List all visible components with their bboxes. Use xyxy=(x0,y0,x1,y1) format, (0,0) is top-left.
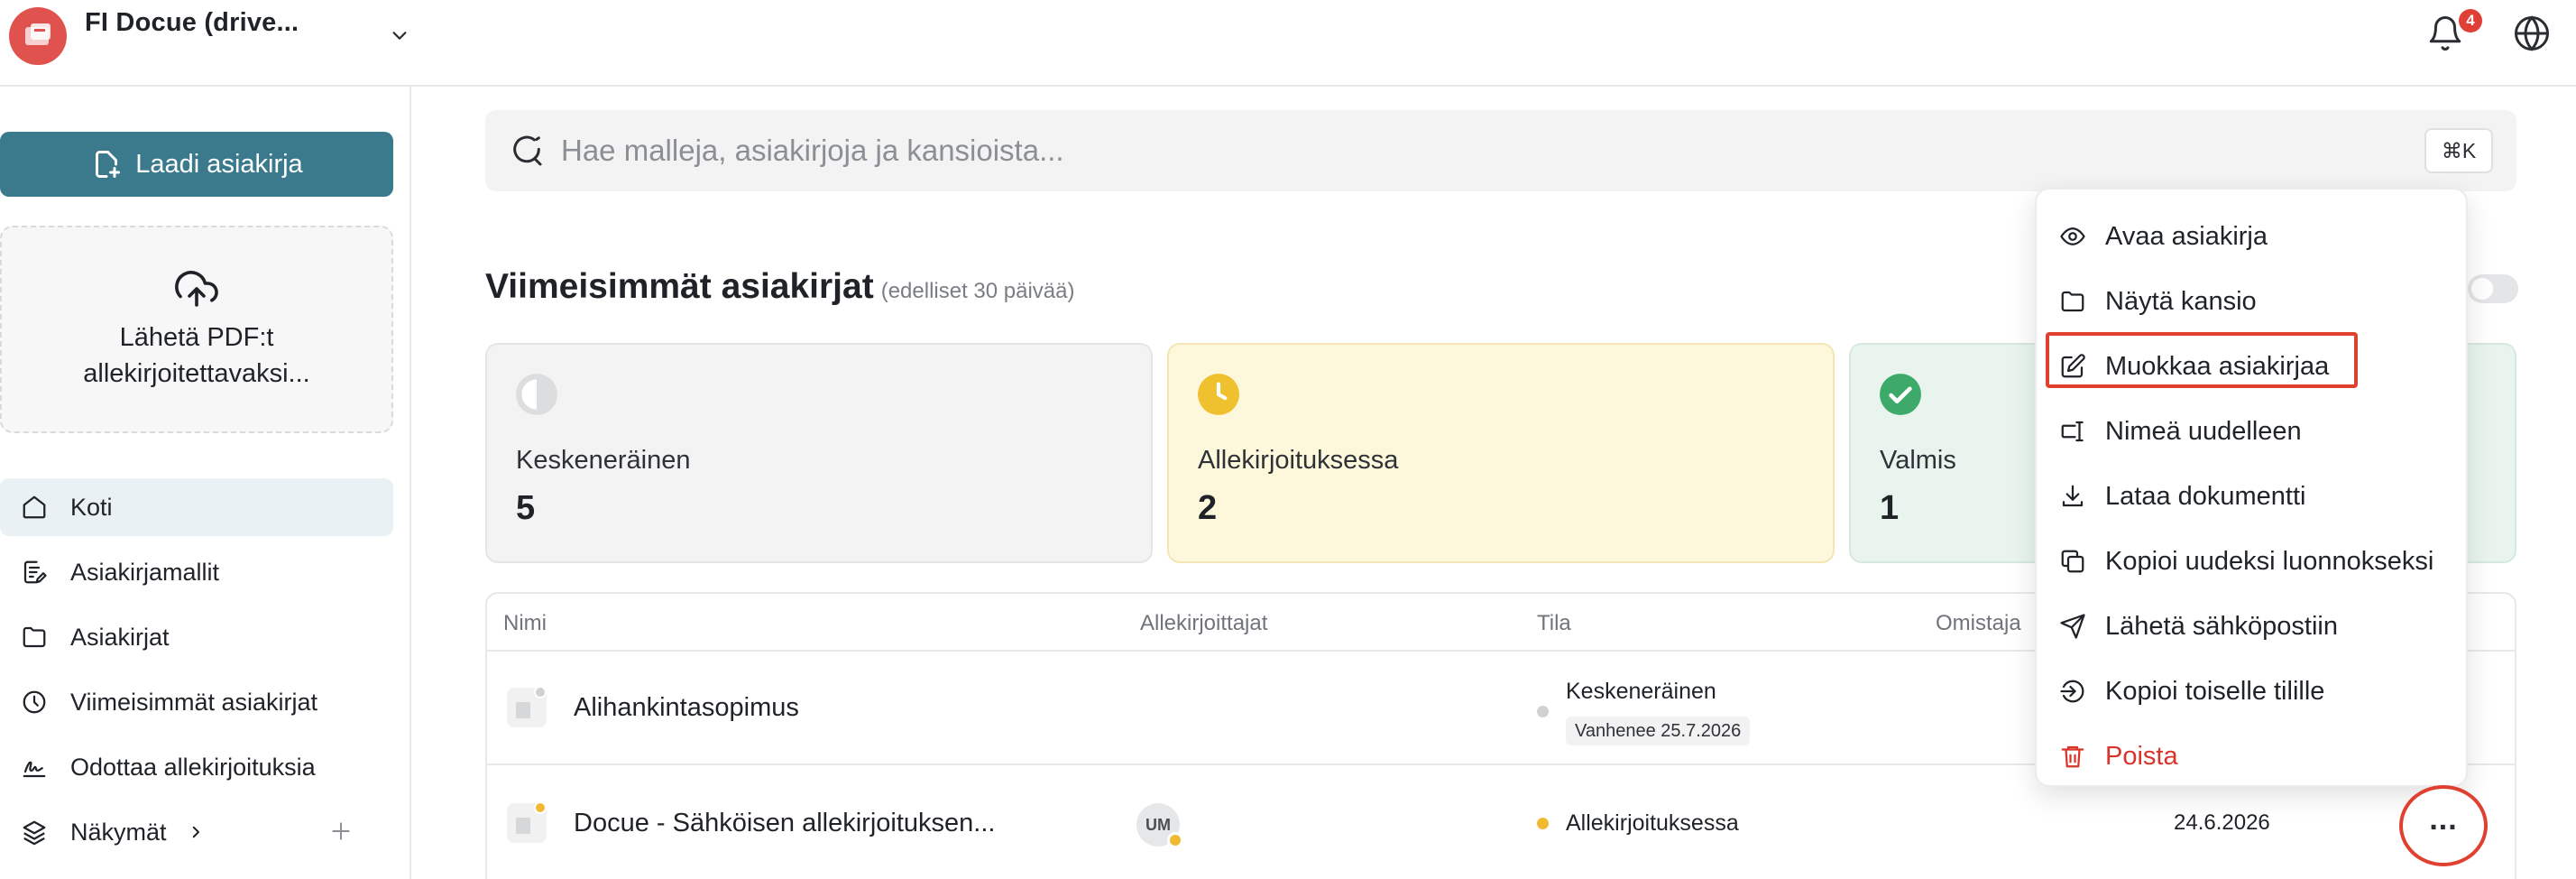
menu-item-show-folder[interactable]: Näytä kansio xyxy=(2037,269,2466,334)
menu-item-label: Lähetä sähköpostiin xyxy=(2105,611,2338,641)
half-circle-icon xyxy=(514,372,559,417)
status-dot xyxy=(1537,706,1549,717)
clock-icon xyxy=(18,689,51,716)
send-icon xyxy=(2058,613,2087,640)
document-context-menu: Avaa asiakirja Näytä kansio Muokkaa asia… xyxy=(2035,188,2468,787)
clock-icon xyxy=(1196,372,1241,417)
menu-item-label: Avaa asiakirja xyxy=(2105,221,2268,251)
stat-card-signing[interactable]: Allekirjoituksessa 2 xyxy=(1167,343,1835,563)
signer-status-dot xyxy=(1167,832,1183,848)
menu-item-label: Poista xyxy=(2105,741,2178,771)
top-bar: FI Docue (drive... 4 xyxy=(0,0,2576,87)
copy-icon xyxy=(2058,548,2087,575)
menu-item-copy-as-draft[interactable]: Kopioi uudeksi luonnokseksi xyxy=(2037,529,2466,594)
highlight-box xyxy=(2046,332,2358,388)
rename-icon xyxy=(2058,418,2087,445)
upload-label: Lähetä PDF:t allekirjoitettavaksi... xyxy=(83,323,310,388)
chevron-down-icon[interactable] xyxy=(390,25,409,45)
stat-value: 5 xyxy=(516,489,536,527)
column-header-signers[interactable]: Allekirjoittajat xyxy=(1140,611,1267,636)
org-name[interactable]: FI Docue (drive... xyxy=(85,8,299,38)
menu-item-copy-to-account[interactable]: Kopioi toiselle tilille xyxy=(2037,659,2466,724)
stat-label: Allekirjoituksessa xyxy=(1198,446,1399,475)
row-actions-button[interactable]: ... xyxy=(2399,785,2488,866)
view-toggle[interactable] xyxy=(2468,274,2518,303)
pdf-upload-dropzone[interactable]: Lähetä PDF:t allekirjoitettavaksi... xyxy=(0,226,393,433)
folder-icon xyxy=(18,624,51,651)
search-shortcut: ⌘K xyxy=(2424,128,2493,173)
section-subtitle: (edelliset 30 päivää) xyxy=(880,279,1075,303)
globe-icon[interactable] xyxy=(2513,14,2551,52)
menu-item-open-document[interactable]: Avaa asiakirja xyxy=(2037,204,2466,269)
section-title: Viimeisimmät asiakirjat xyxy=(485,267,874,306)
sidebar: Laadi asiakirja Lähetä PDF:t allekirjoit… xyxy=(0,87,411,879)
sidebar-item-awaiting-signatures[interactable]: Odottaa allekirjoituksia xyxy=(0,738,393,796)
status-text: Allekirjoituksessa xyxy=(1566,810,1739,836)
sidebar-item-label: Näkymät xyxy=(70,818,167,846)
document-icon xyxy=(507,801,547,843)
sidebar-item-templates[interactable]: Asiakirjamallit xyxy=(0,543,393,601)
column-header-name[interactable]: Nimi xyxy=(503,611,547,636)
document-name[interactable]: Docue - Sähköisen allekirjoituksen... xyxy=(574,809,995,838)
column-header-status[interactable]: Tila xyxy=(1537,611,1571,636)
sidebar-item-documents[interactable]: Asiakirjat xyxy=(0,608,393,666)
create-document-label: Laadi asiakirja xyxy=(135,149,303,179)
menu-item-send-email[interactable]: Lähetä sähköpostiin xyxy=(2037,594,2466,659)
signature-icon xyxy=(18,754,51,781)
cloud-upload-icon xyxy=(175,267,218,310)
document-name[interactable]: Alihankintasopimus xyxy=(574,693,799,723)
sidebar-item-label: Asiakirjat xyxy=(70,623,170,651)
stat-value: 2 xyxy=(1198,489,1218,527)
transfer-icon xyxy=(2058,678,2087,705)
sidebar-item-label: Koti xyxy=(70,493,113,521)
status-dot xyxy=(1537,818,1549,829)
stat-label: Valmis xyxy=(1880,446,1956,475)
document-date: 24.6.2026 xyxy=(2174,810,2270,835)
layers-icon xyxy=(18,819,51,846)
menu-item-download[interactable]: Lataa dokumentti xyxy=(2037,464,2466,529)
status-text: Keskeneräinen xyxy=(1566,679,1716,704)
signer-initials: UM xyxy=(1145,815,1171,834)
expiry-badge: Vanhenee 25.7.2026 xyxy=(1566,717,1751,745)
home-icon xyxy=(18,494,51,521)
trash-icon xyxy=(2058,743,2087,770)
sidebar-item-views[interactable]: Näkymät xyxy=(0,803,393,861)
page-title: Viimeisimmät asiakirjat (edelliset 30 päi… xyxy=(485,267,1075,307)
create-document-button[interactable]: Laadi asiakirja xyxy=(0,132,393,197)
menu-item-label: Kopioi uudeksi luonnokseksi xyxy=(2105,546,2434,576)
stat-label: Keskeneräinen xyxy=(516,446,691,475)
folder-icon xyxy=(2058,288,2087,315)
document-icon xyxy=(507,686,547,727)
sidebar-item-label: Odottaa allekirjoituksia xyxy=(70,753,316,781)
add-view-icon[interactable] xyxy=(325,819,357,843)
more-icon: ... xyxy=(2429,801,2458,837)
menu-item-rename[interactable]: Nimeä uudelleen xyxy=(2037,399,2466,464)
sidebar-nav: Koti Asiakirjamallit Asiakirjat Viimeisi… xyxy=(0,478,393,868)
sidebar-item-home[interactable]: Koti xyxy=(0,478,393,536)
menu-item-label: Kopioi toiselle tilille xyxy=(2105,676,2325,706)
menu-item-label: Nimeä uudelleen xyxy=(2105,416,2302,446)
chevron-right-icon[interactable] xyxy=(179,824,212,840)
menu-item-delete[interactable]: Poista xyxy=(2037,724,2466,789)
signer-avatar[interactable]: UM xyxy=(1136,803,1183,848)
checkmark-icon xyxy=(1878,372,1923,417)
search-bar[interactable]: Hae malleja, asiakirjoja ja kansioista..… xyxy=(485,110,2516,191)
template-icon xyxy=(18,559,51,586)
stat-card-in-progress[interactable]: Keskeneräinen 5 xyxy=(485,343,1153,563)
download-icon xyxy=(2058,483,2087,510)
search-input[interactable]: Hae malleja, asiakirjoja ja kansioista..… xyxy=(561,134,1064,168)
menu-item-label: Lataa dokumentti xyxy=(2105,481,2306,511)
stat-value: 1 xyxy=(1880,489,1900,527)
sidebar-item-recent[interactable]: Viimeisimmät asiakirjat xyxy=(0,673,393,731)
sidebar-item-label: Asiakirjamallit xyxy=(70,558,220,586)
notification-badge: 4 xyxy=(2459,9,2482,32)
menu-item-label: Näytä kansio xyxy=(2105,286,2257,316)
column-header-owner[interactable]: Omistaja xyxy=(1936,611,2021,636)
org-logo[interactable] xyxy=(9,7,67,65)
search-icon xyxy=(509,133,545,169)
eye-icon xyxy=(2058,223,2087,250)
new-document-icon xyxy=(90,148,123,180)
sidebar-item-label: Viimeisimmät asiakirjat xyxy=(70,688,318,716)
